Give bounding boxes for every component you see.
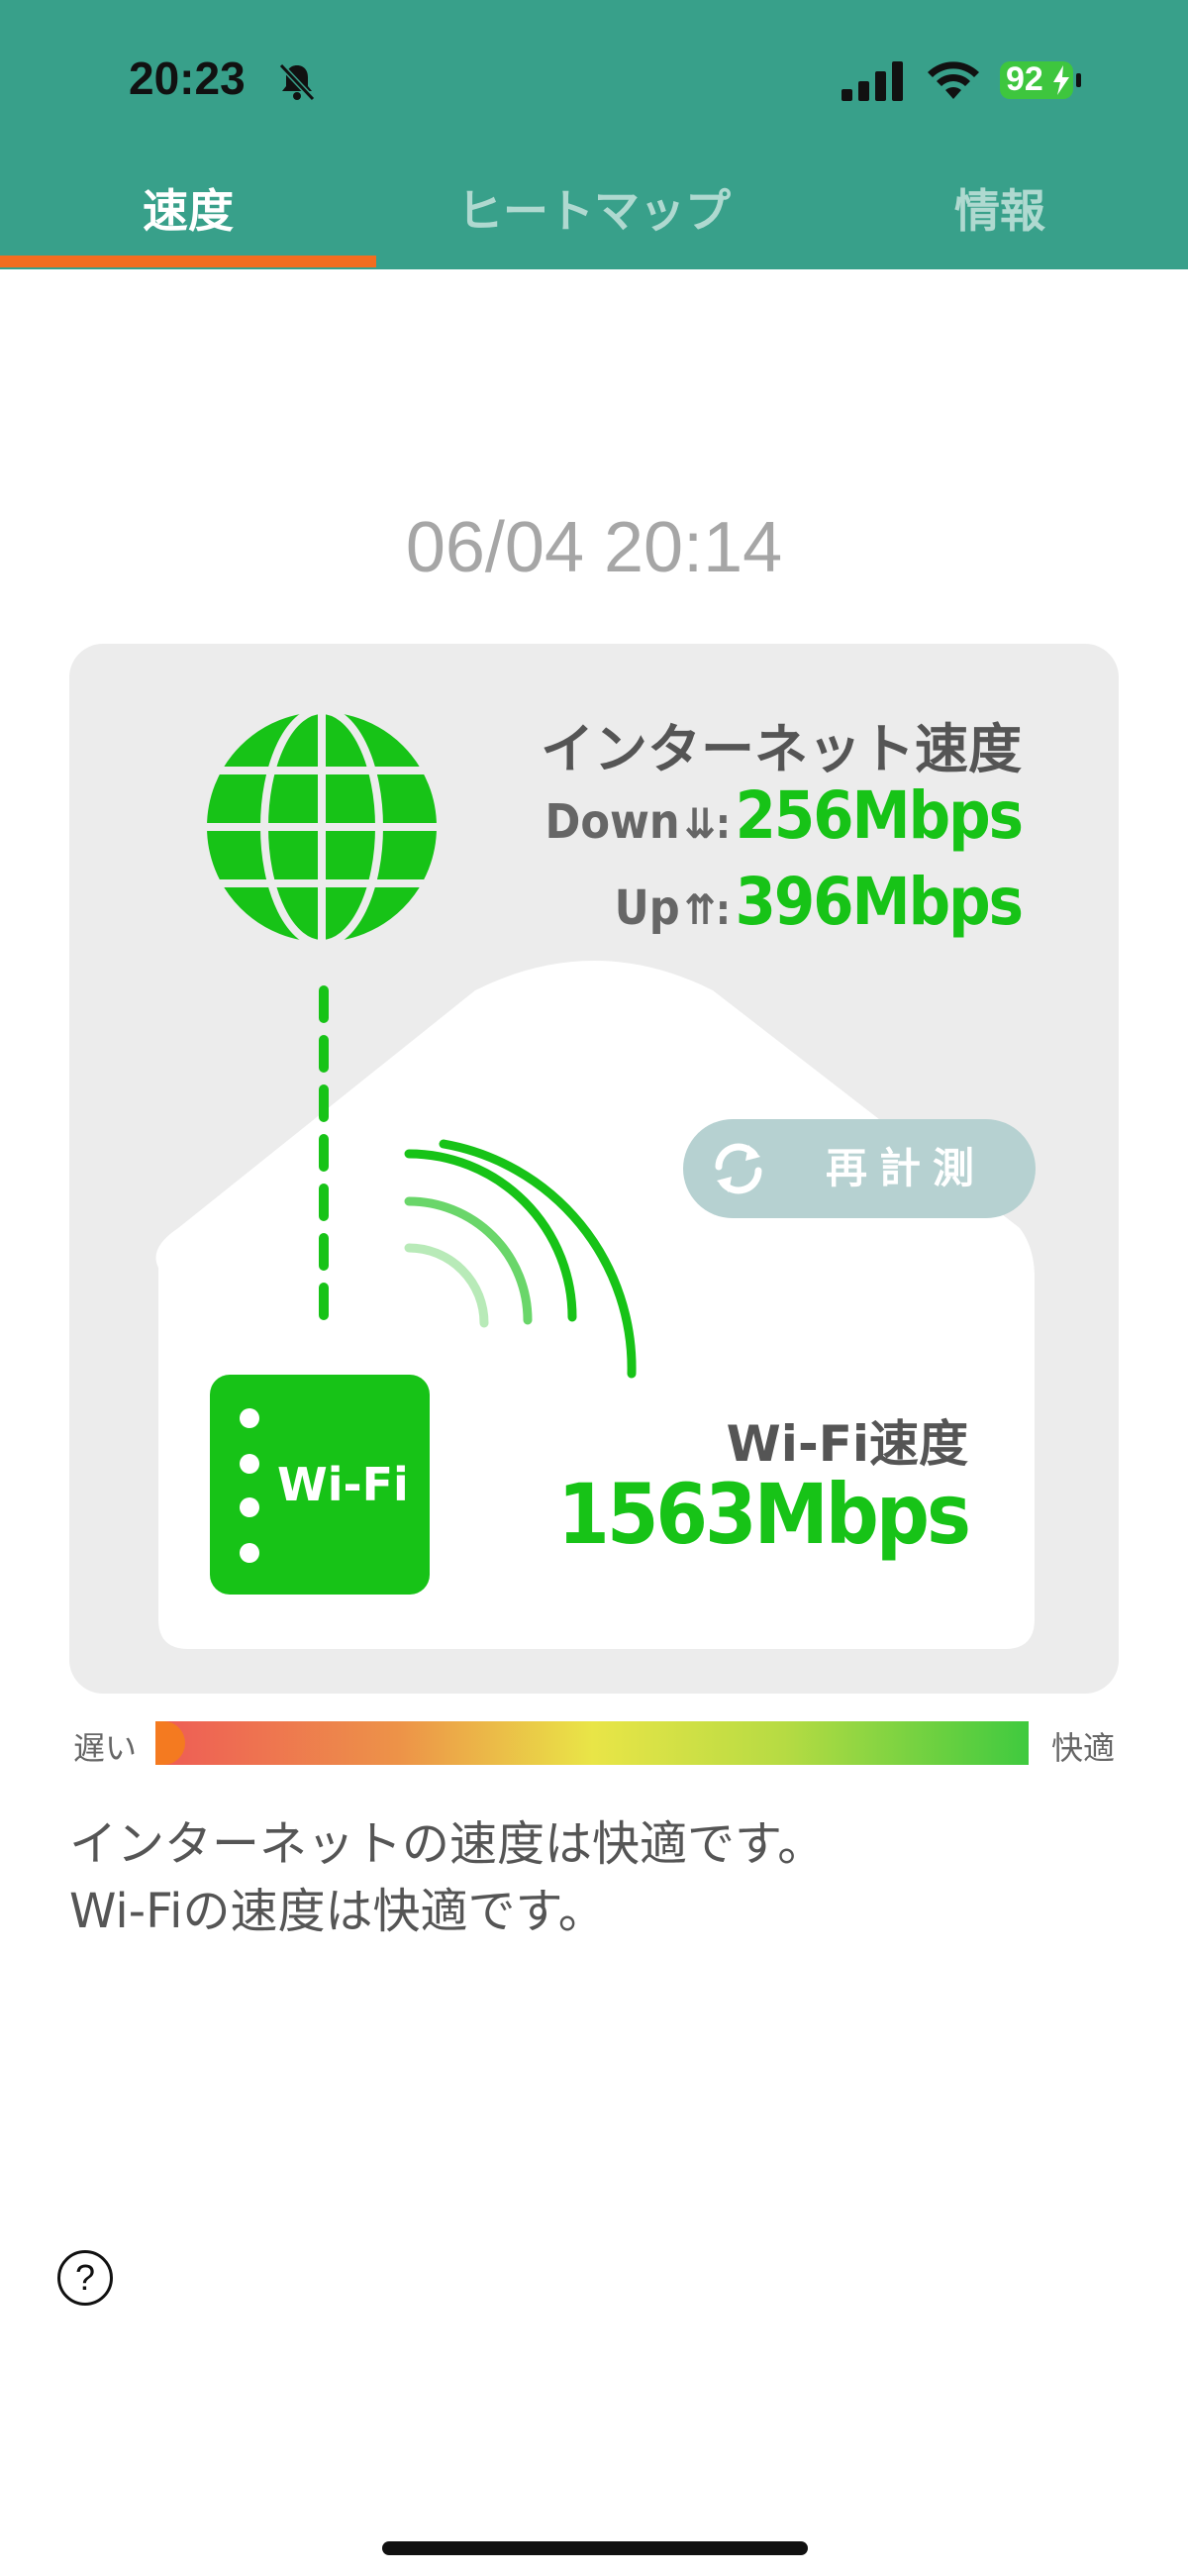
- upload-arrow-icon: ⇈:: [684, 885, 731, 934]
- tab-bar: 速度 ヒートマップ 情報: [0, 168, 1188, 269]
- signal-icon: [842, 61, 903, 101]
- tab-heatmap[interactable]: ヒートマップ: [406, 168, 782, 259]
- tab-info[interactable]: 情報: [851, 168, 1148, 259]
- home-indicator[interactable]: [382, 2541, 808, 2555]
- wifi-icon: [928, 61, 979, 99]
- download-arrow-icon: ⇊:: [684, 799, 731, 848]
- download-row: Down ⇊: 256Mbps: [544, 777, 1024, 854]
- upload-row: Up ⇈: 396Mbps: [614, 864, 1024, 940]
- measurement-timestamp: 06/04 20:14: [405, 508, 783, 587]
- gauge-slow-label: 遅い: [73, 1729, 138, 1767]
- result-message: インターネットの速度は快適です。 Wi-Fiの速度は快適です。: [69, 1810, 1119, 1945]
- status-time: 20:23: [129, 52, 246, 104]
- upload-label: Up: [614, 880, 680, 936]
- battery-level: 92: [1006, 60, 1043, 98]
- bell-slash-icon: [278, 62, 316, 102]
- status-bar: 20:23 92: [0, 0, 1188, 158]
- gauge-fast-label: 快適: [1050, 1729, 1115, 1767]
- tab-speed[interactable]: 速度: [0, 168, 376, 259]
- remeasure-button[interactable]: 再計測: [683, 1119, 1036, 1218]
- upload-speed: 396Mbps: [735, 864, 1024, 940]
- refresh-icon: [715, 1143, 762, 1194]
- internet-result-text: インターネットの速度は快適です。: [69, 1816, 826, 1872]
- speed-gauge-bar: [155, 1721, 1029, 1765]
- active-tab-indicator: [0, 256, 376, 267]
- speed-card: Wi-Fi インターネット速度 Down ⇊: 256Mbps Up ⇈: 39…: [69, 644, 1119, 1694]
- app-header: 20:23 92 速度 ヒートマップ 情報: [0, 0, 1188, 269]
- help-icon[interactable]: ?: [57, 2250, 113, 2306]
- remeasure-label: 再計測: [825, 1144, 986, 1192]
- router-label: Wi-Fi: [277, 1458, 409, 1511]
- internet-speed-title: インターネット速度: [541, 718, 1022, 780]
- wifi-result-text: Wi-Fiの速度は快適です。: [69, 1884, 606, 1939]
- download-label: Down: [544, 794, 680, 850]
- download-speed: 256Mbps: [735, 777, 1024, 854]
- globe-icon: [203, 706, 441, 948]
- wifi-speed: 1563Mbps: [557, 1466, 971, 1563]
